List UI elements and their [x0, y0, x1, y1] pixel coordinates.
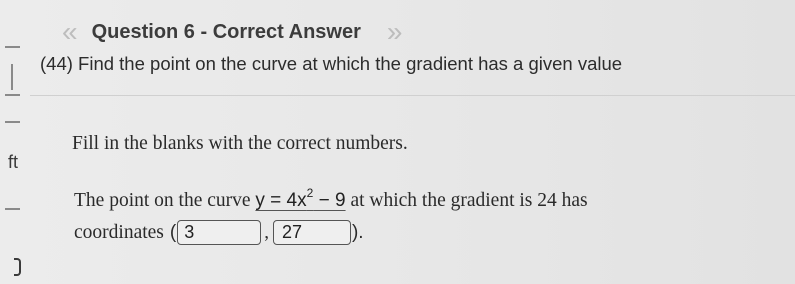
answer-x-field[interactable]: 3 [177, 220, 262, 245]
question-header: « Question 6 - Correct Answer » [62, 18, 402, 46]
coordinates-label: coordinates [74, 221, 164, 243]
edge-divider [5, 94, 20, 96]
equation-lhs: y = 4x [255, 190, 307, 211]
answer-y-field[interactable]: 27 [272, 220, 351, 245]
edge-divider [5, 46, 20, 48]
question-title: Question 6 - Correct Answer [91, 20, 361, 43]
divider [30, 95, 795, 96]
edge-mark [14, 258, 21, 276]
question-subtitle: (44) Find the point on the curve at whic… [40, 53, 623, 74]
previous-question-icon[interactable]: « [62, 18, 77, 46]
screen: ft « Question 6 - Correct Answer » (44) … [0, 0, 795, 284]
edge-divider [5, 121, 20, 123]
problem-statement: The point on the curve y = 4x2 − 9 at wh… [74, 186, 588, 212]
equation-rhs: − 9 [313, 190, 346, 211]
edge-divider [11, 64, 13, 90]
open-paren: ( [169, 221, 177, 243]
instruction-text: Fill in the blanks with the correct numb… [72, 133, 408, 154]
problem-text-before: The point on the curve [74, 190, 251, 211]
edge-text: ft [8, 152, 19, 172]
next-question-icon[interactable]: » [387, 18, 402, 46]
comma: , [264, 221, 269, 243]
edge-divider [5, 208, 20, 210]
problem-text-after: at which the gradient is 24 has [350, 190, 588, 211]
close-paren: ). [351, 221, 364, 243]
coordinates-row: coordinates ( 3 , 27 ). [74, 220, 365, 245]
curve-equation: y = 4x2 − 9 [255, 186, 346, 211]
